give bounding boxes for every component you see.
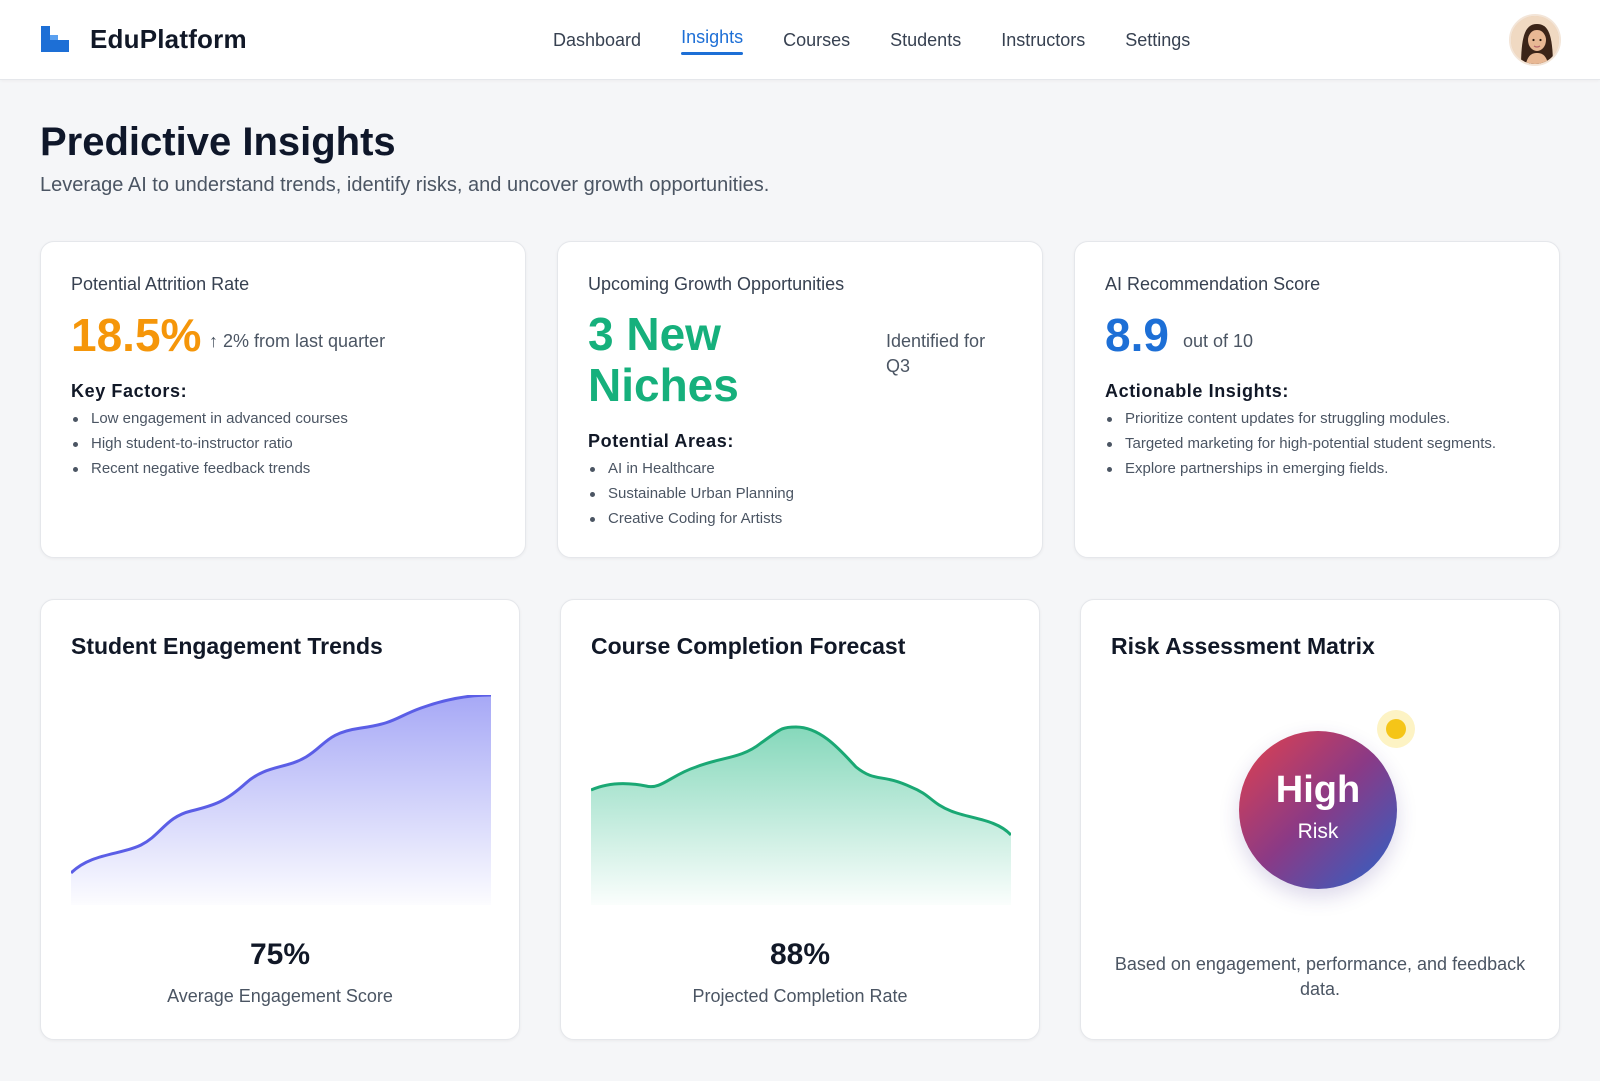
risk-caption: Based on engagement, performance, and fe… bbox=[1114, 954, 1526, 999]
recommendation-score: 8.9 bbox=[1105, 309, 1169, 361]
completion-stat: 88% bbox=[769, 938, 831, 971]
growth-note-line2: Q3 bbox=[886, 356, 911, 376]
nav-item-students[interactable]: Students bbox=[890, 0, 961, 80]
engagement-chart-title: Student Engagement Trends bbox=[71, 633, 383, 659]
list-item: Prioritize content updates for strugglin… bbox=[1106, 406, 1496, 431]
recommendation-label: AI Recommendation Score bbox=[1105, 274, 1321, 294]
growth-card: Upcoming Growth Opportunities 3 New Nich… bbox=[557, 241, 1043, 558]
potential-areas-list: AI in Healthcare Sustainable Urban Plann… bbox=[590, 456, 794, 531]
list-item: Creative Coding for Artists bbox=[590, 506, 794, 531]
engagement-area-chart bbox=[71, 695, 491, 905]
growth-value-line1: 3 New bbox=[588, 308, 721, 360]
attrition-value: 18.5% bbox=[71, 309, 202, 361]
potential-areas-title: Potential Areas: bbox=[588, 431, 734, 451]
logo-icon[interactable] bbox=[41, 26, 69, 52]
key-factors-list: Low engagement in advanced courses High … bbox=[73, 406, 348, 481]
page-subtitle: Leverage AI to understand trends, identi… bbox=[40, 174, 770, 196]
alert-dot-icon bbox=[1386, 719, 1406, 739]
page-title: Predictive Insights bbox=[40, 120, 396, 164]
nav-item-courses[interactable]: Courses bbox=[783, 0, 850, 80]
risk-matrix-title: Risk Assessment Matrix bbox=[1111, 633, 1375, 659]
avatar-portrait-icon bbox=[1511, 16, 1559, 64]
growth-value-line2: Niches bbox=[588, 359, 739, 411]
list-item: Low engagement in advanced courses bbox=[73, 406, 348, 431]
completion-stat-label: Projected Completion Rate bbox=[692, 986, 908, 1006]
attrition-label: Potential Attrition Rate bbox=[71, 274, 250, 294]
list-item: High student-to-instructor ratio bbox=[73, 431, 348, 456]
risk-matrix-card: Risk Assessment Matrix High Risk Based o… bbox=[1080, 599, 1560, 1040]
completion-chart-title: Course Completion Forecast bbox=[591, 633, 906, 659]
engagement-area-fill bbox=[71, 695, 491, 905]
nav-item-instructors[interactable]: Instructors bbox=[1001, 0, 1085, 80]
actionable-insights-title: Actionable Insights: bbox=[1105, 381, 1290, 401]
risk-level-text: High bbox=[1275, 769, 1361, 811]
user-avatar[interactable] bbox=[1509, 14, 1561, 66]
attrition-change: ↑ 2% from last quarter bbox=[209, 331, 386, 351]
recommendation-suffix: out of 10 bbox=[1183, 331, 1254, 351]
engagement-stat-label: Average Engagement Score bbox=[167, 986, 393, 1006]
engagement-stat: 75% bbox=[249, 938, 311, 971]
list-item: Targeted marketing for high-potential st… bbox=[1106, 431, 1496, 456]
completion-chart-card: Course Completion Forecast 88% Projected… bbox=[560, 599, 1040, 1040]
nav-item-settings[interactable]: Settings bbox=[1125, 0, 1190, 80]
brand-name[interactable]: EduPlatform bbox=[90, 24, 247, 55]
list-item: Sustainable Urban Planning bbox=[590, 481, 794, 506]
risk-level-subtext: Risk bbox=[1297, 820, 1339, 843]
top-navigation-bar: EduPlatform Dashboard Insights Courses S… bbox=[0, 0, 1600, 80]
main-nav: Dashboard Insights Courses Students Inst… bbox=[553, 0, 1230, 80]
recommendation-card: AI Recommendation Score 8.9 out of 10 Ac… bbox=[1074, 241, 1560, 558]
list-item: AI in Healthcare bbox=[590, 456, 794, 481]
completion-area-chart bbox=[591, 725, 1011, 905]
actionable-insights-list: Prioritize content updates for strugglin… bbox=[1106, 406, 1496, 481]
completion-area-fill bbox=[591, 727, 1011, 905]
list-item: Recent negative feedback trends bbox=[73, 456, 348, 481]
key-factors-title: Key Factors: bbox=[71, 381, 188, 401]
list-item: Explore partnerships in emerging fields. bbox=[1106, 456, 1496, 481]
nav-item-insights[interactable]: Insights bbox=[681, 0, 744, 80]
growth-note-line1: Identified for bbox=[886, 331, 986, 351]
risk-level-badge[interactable]: High Risk bbox=[1239, 731, 1397, 889]
growth-label: Upcoming Growth Opportunities bbox=[588, 274, 845, 294]
attrition-card: Potential Attrition Rate 18.5% ↑ 2% from… bbox=[40, 241, 526, 558]
engagement-chart-card: Student Engagement Trends 75% Average En… bbox=[40, 599, 520, 1040]
nav-item-dashboard[interactable]: Dashboard bbox=[553, 0, 641, 80]
